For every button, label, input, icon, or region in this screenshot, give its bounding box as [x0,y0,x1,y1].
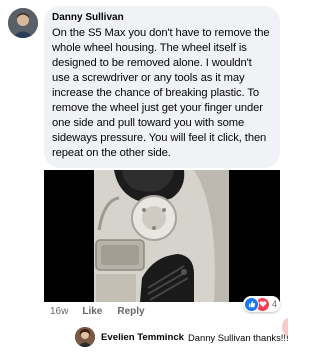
reply-author[interactable]: Evelien Temminck [101,332,184,343]
comment-text: On the S5 Max you don't have to remove t… [52,27,270,159]
reaction-count: 4 [272,299,278,309]
comment-bubble: Danny Sullivan On the S5 Max you don't h… [44,6,280,168]
comment-photo[interactable] [44,170,280,302]
reply-avatar[interactable] [75,327,95,347]
comment-thread: Danny Sullivan On the S5 Max you don't h… [0,0,288,360]
comment-author[interactable]: Danny Sullivan [52,11,271,25]
reply-text: Danny Sullivan thanks!!! [188,331,288,343]
comment-actions: 16w Like Reply [50,303,145,319]
like-reaction-icon [244,296,259,312]
reply-button[interactable]: Reply [117,306,144,317]
reply-comment: Evelien Temminck Danny Sullivan thanks!!… [75,325,288,349]
reaction-summary[interactable]: 4 [243,296,281,312]
commenter-avatar[interactable] [8,8,38,38]
comment-timestamp[interactable]: 16w [50,306,68,317]
like-button[interactable]: Like [82,306,102,317]
